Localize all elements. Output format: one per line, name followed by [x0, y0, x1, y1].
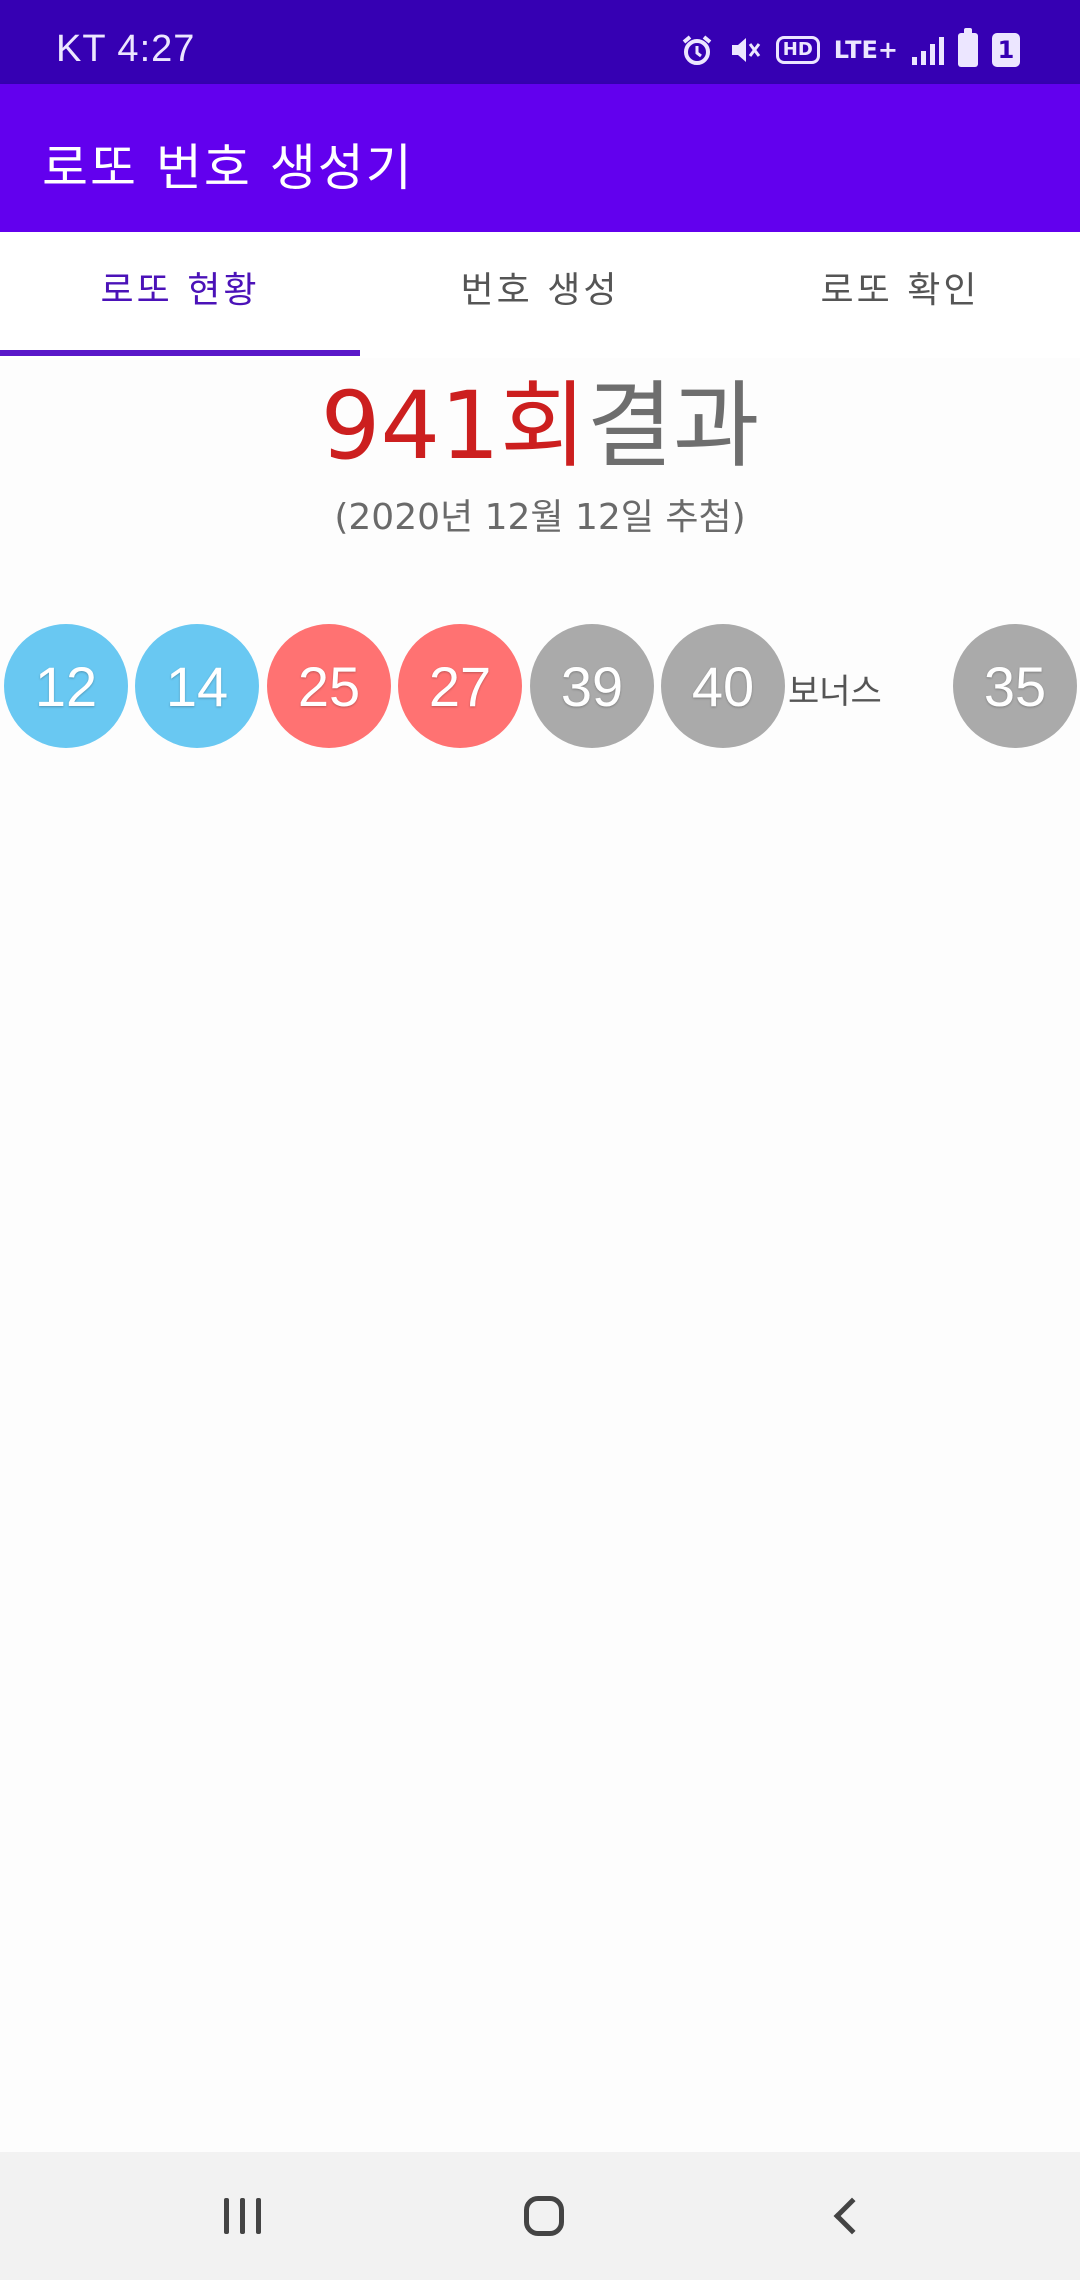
- draw-date: (2020년 12월 12일 추첨): [334, 497, 746, 538]
- mute-icon: [728, 33, 762, 67]
- recent-apps-button[interactable]: [182, 2152, 302, 2280]
- recent-apps-icon: [223, 2198, 261, 2234]
- home-icon: [524, 2196, 564, 2236]
- bonus-label: 보너스: [788, 672, 882, 712]
- status-icons: HD LTE+ 1: [680, 28, 1020, 70]
- winning-numbers: 12 14 25 27 39 40 보너스 35: [0, 624, 1080, 748]
- battery-icon: [958, 28, 978, 67]
- tab-lotto-check[interactable]: 로또 확인: [720, 232, 1080, 358]
- status-bar: KT 4:27 HD LTE+ 1: [0, 0, 1080, 84]
- status-carrier-time: KT 4:27: [56, 28, 196, 70]
- bonus-ball: 35: [953, 624, 1077, 748]
- home-button[interactable]: [484, 2152, 604, 2280]
- signal-icon: [912, 35, 944, 65]
- app-title: 로또 번호 생성기: [42, 139, 414, 197]
- number-ball: 12: [4, 624, 128, 748]
- round-suffix: 결과: [586, 372, 760, 481]
- number-ball: 14: [135, 624, 259, 748]
- app-bar: 로또 번호 생성기: [0, 84, 1080, 232]
- hd-icon: HD: [775, 36, 820, 64]
- system-nav-bar: [0, 2152, 1080, 2280]
- number-ball: 39: [530, 624, 654, 748]
- tab-lotto-status[interactable]: 로또 현황: [0, 232, 360, 358]
- tab-bar: 로또 현황 번호 생성 로또 확인: [0, 232, 1080, 358]
- number-ball: 27: [398, 624, 522, 748]
- tab-number-generate[interactable]: 번호 생성: [360, 232, 720, 358]
- lte-plus-icon: LTE+: [833, 36, 898, 64]
- round-title: 941회결과: [0, 372, 1080, 482]
- alarm-icon: [680, 33, 714, 67]
- tab-indicator: [0, 350, 360, 356]
- number-ball: 40: [661, 624, 785, 748]
- number-ball: 25: [267, 624, 391, 748]
- back-button[interactable]: [786, 2152, 906, 2280]
- round-number: 941회: [320, 372, 587, 481]
- sim-1-icon: 1: [992, 33, 1020, 67]
- back-icon: [833, 2197, 871, 2235]
